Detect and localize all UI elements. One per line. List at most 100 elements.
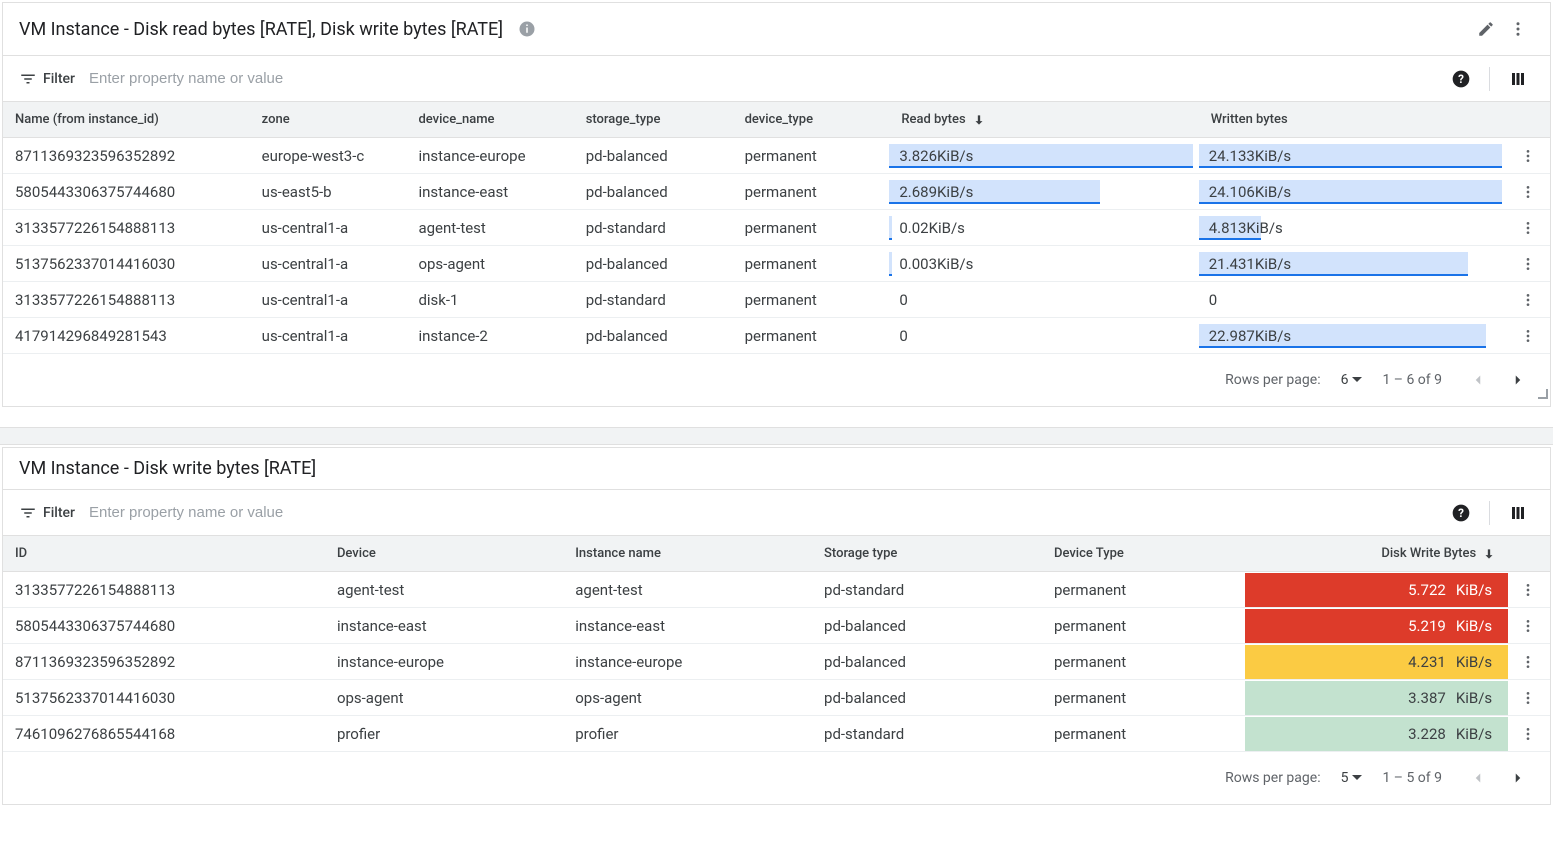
cell: permanent: [733, 138, 890, 174]
cell: pd-balanced: [574, 246, 733, 282]
row-menu-button[interactable]: [1508, 608, 1550, 644]
prev-page-button[interactable]: [1462, 762, 1494, 794]
row-menu-button[interactable]: [1508, 138, 1550, 174]
panel-title: VM Instance - Disk read bytes [RATE], Di…: [19, 19, 503, 40]
prev-page-button[interactable]: [1462, 364, 1494, 396]
pager: Rows per page: 6 1 – 6 of 9: [3, 354, 1550, 406]
rows-per-page-select[interactable]: 6: [1341, 372, 1363, 388]
cell: instance-east: [563, 608, 812, 644]
disk-write-bytes-cell: 5.219KiB/s: [1245, 608, 1508, 644]
disk-write-bytes-cell: 3.387KiB/s: [1245, 680, 1508, 716]
filter-label-text: Filter: [43, 71, 75, 87]
col-header[interactable]: storage_type: [574, 102, 733, 138]
row-menu-button[interactable]: [1508, 210, 1550, 246]
col-header[interactable]: Device Type: [1042, 536, 1245, 572]
cell: pd-balanced: [812, 644, 1042, 680]
read-bytes-cell: 2.689KiB/s: [889, 174, 1198, 210]
read-bytes-cell: 0.003KiB/s: [889, 246, 1198, 282]
cell: us-east5-b: [250, 174, 407, 210]
row-menu-button[interactable]: [1508, 572, 1550, 608]
disk-write-bytes-cell: 4.231KiB/s: [1245, 644, 1508, 680]
help-icon[interactable]: ?: [1445, 63, 1477, 95]
more-vert-icon[interactable]: [1502, 13, 1534, 45]
cell: agent-test: [325, 572, 563, 608]
cell: permanent: [1042, 608, 1245, 644]
rows-per-page-value: 6: [1341, 372, 1349, 388]
cell: us-central1-a: [250, 210, 407, 246]
rows-per-page-select[interactable]: 5: [1341, 770, 1363, 786]
cell: agent-test: [406, 210, 573, 246]
written-bytes-cell: 24.106KiB/s: [1199, 174, 1508, 210]
disk-write-bytes-cell: 5.722KiB/s: [1245, 572, 1508, 608]
col-header[interactable]: Storage type: [812, 536, 1042, 572]
cell: europe-west3-c: [250, 138, 407, 174]
row-menu-button[interactable]: [1508, 246, 1550, 282]
col-header[interactable]: device_name: [406, 102, 573, 138]
col-header[interactable]: Disk Write Bytes: [1245, 536, 1508, 572]
page-range: 1 – 5 of 9: [1382, 770, 1442, 786]
cell: 8711369323596352892: [3, 644, 325, 680]
col-header[interactable]: device_type: [733, 102, 890, 138]
cell: pd-balanced: [812, 608, 1042, 644]
col-header[interactable]: Written bytes: [1199, 102, 1508, 138]
table-row: 3133577226154888113us-central1-aagent-te…: [3, 210, 1550, 246]
rows-per-page-value: 5: [1341, 770, 1349, 786]
row-menu-button[interactable]: [1508, 174, 1550, 210]
cell: 3133577226154888113: [3, 282, 250, 318]
table-row: 5805443306375744680us-east5-binstance-ea…: [3, 174, 1550, 210]
next-page-button[interactable]: [1502, 762, 1534, 794]
disk-write-bytes-cell: 3.228KiB/s: [1245, 716, 1508, 752]
cell: us-central1-a: [250, 282, 407, 318]
row-menu-button[interactable]: [1508, 680, 1550, 716]
row-menu-button[interactable]: [1508, 318, 1550, 354]
resize-handle-icon[interactable]: [1538, 389, 1548, 399]
page-range: 1 – 6 of 9: [1382, 372, 1442, 388]
written-bytes-cell: 4.813KiB/s: [1199, 210, 1508, 246]
filter-input[interactable]: [89, 496, 1445, 529]
cell: 5805443306375744680: [3, 174, 250, 210]
pager: Rows per page: 5 1 – 5 of 9: [3, 752, 1550, 804]
cell: permanent: [733, 318, 890, 354]
cell: instance-2: [406, 318, 573, 354]
col-header[interactable]: Instance name: [563, 536, 812, 572]
col-header[interactable]: Device: [325, 536, 563, 572]
filter-list-icon: [19, 504, 37, 522]
cell: ops-agent: [563, 680, 812, 716]
row-menu-button[interactable]: [1508, 644, 1550, 680]
edit-icon[interactable]: [1470, 13, 1502, 45]
cell: 417914296849281543: [3, 318, 250, 354]
col-header[interactable]: Name (from instance_id): [3, 102, 250, 138]
columns-icon[interactable]: [1502, 63, 1534, 95]
row-menu-button[interactable]: [1508, 716, 1550, 752]
col-header[interactable]: zone: [250, 102, 407, 138]
cell: pd-standard: [574, 282, 733, 318]
dropdown-icon: [1352, 773, 1362, 783]
panel-disk-write: VM Instance - Disk write bytes [RATE] Fi…: [2, 447, 1551, 805]
cell: permanent: [1042, 644, 1245, 680]
written-bytes-cell: 0: [1199, 282, 1508, 318]
cell: pd-balanced: [812, 680, 1042, 716]
table-row: 5137562337014416030us-central1-aops-agen…: [3, 246, 1550, 282]
col-header[interactable]: ID: [3, 536, 325, 572]
cell: ops-agent: [406, 246, 573, 282]
cell: instance-east: [406, 174, 573, 210]
read-bytes-cell: 3.826KiB/s: [889, 138, 1198, 174]
cell: ops-agent: [325, 680, 563, 716]
col-header[interactable]: Read bytes: [889, 102, 1198, 138]
info-icon[interactable]: [511, 13, 543, 45]
help-icon[interactable]: ?: [1445, 497, 1477, 529]
panel-title: VM Instance - Disk write bytes [RATE]: [19, 458, 316, 479]
cell: pd-standard: [812, 572, 1042, 608]
filter-input[interactable]: [89, 62, 1445, 95]
cell: pd-standard: [812, 716, 1042, 752]
cell: permanent: [733, 210, 890, 246]
cell: 5137562337014416030: [3, 680, 325, 716]
cell: 7461096276865544168: [3, 716, 325, 752]
panel-disk-read-write: VM Instance - Disk read bytes [RATE], Di…: [2, 2, 1551, 407]
table-row: 8711369323596352892instance-europeinstan…: [3, 644, 1550, 680]
row-menu-button[interactable]: [1508, 282, 1550, 318]
next-page-button[interactable]: [1502, 364, 1534, 396]
written-bytes-cell: 24.133KiB/s: [1199, 138, 1508, 174]
columns-icon[interactable]: [1502, 497, 1534, 529]
table-row: 3133577226154888113agent-testagent-testp…: [3, 572, 1550, 608]
